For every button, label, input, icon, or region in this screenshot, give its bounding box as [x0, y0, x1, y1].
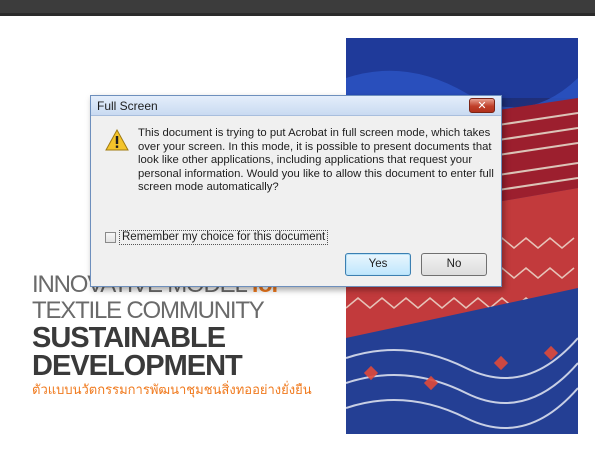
thai-subtitle: ตัวแบบนวัตกรรมการพัฒนาชุมชนสิ่งทออย่างยั…	[32, 383, 312, 398]
yes-button[interactable]: Yes	[345, 253, 411, 276]
dialog-titlebar[interactable]: Full Screen ✕	[91, 96, 501, 116]
no-button[interactable]: No	[421, 253, 487, 276]
remember-label[interactable]: Remember my choice for this document	[119, 229, 329, 245]
top-bar	[0, 0, 595, 16]
headline-line4: DEVELOPMENT	[32, 350, 243, 382]
warning-icon	[105, 129, 129, 151]
headline-line2: TEXTILE COMMUNITY	[32, 297, 265, 324]
full-screen-dialog: Full Screen ✕ This document is trying to…	[90, 95, 502, 287]
dialog-title: Full Screen	[97, 99, 158, 113]
headline: INNOVATIVE MODEL for TEXTILE COMMUNITY S…	[32, 272, 352, 400]
remember-choice[interactable]: Remember my choice for this document	[105, 229, 329, 245]
close-button[interactable]: ✕	[469, 98, 495, 113]
dialog-message: This document is trying to put Acrobat i…	[138, 127, 494, 193]
headline-line3: SUSTAINABLE	[32, 322, 226, 354]
remember-checkbox[interactable]	[105, 231, 116, 243]
